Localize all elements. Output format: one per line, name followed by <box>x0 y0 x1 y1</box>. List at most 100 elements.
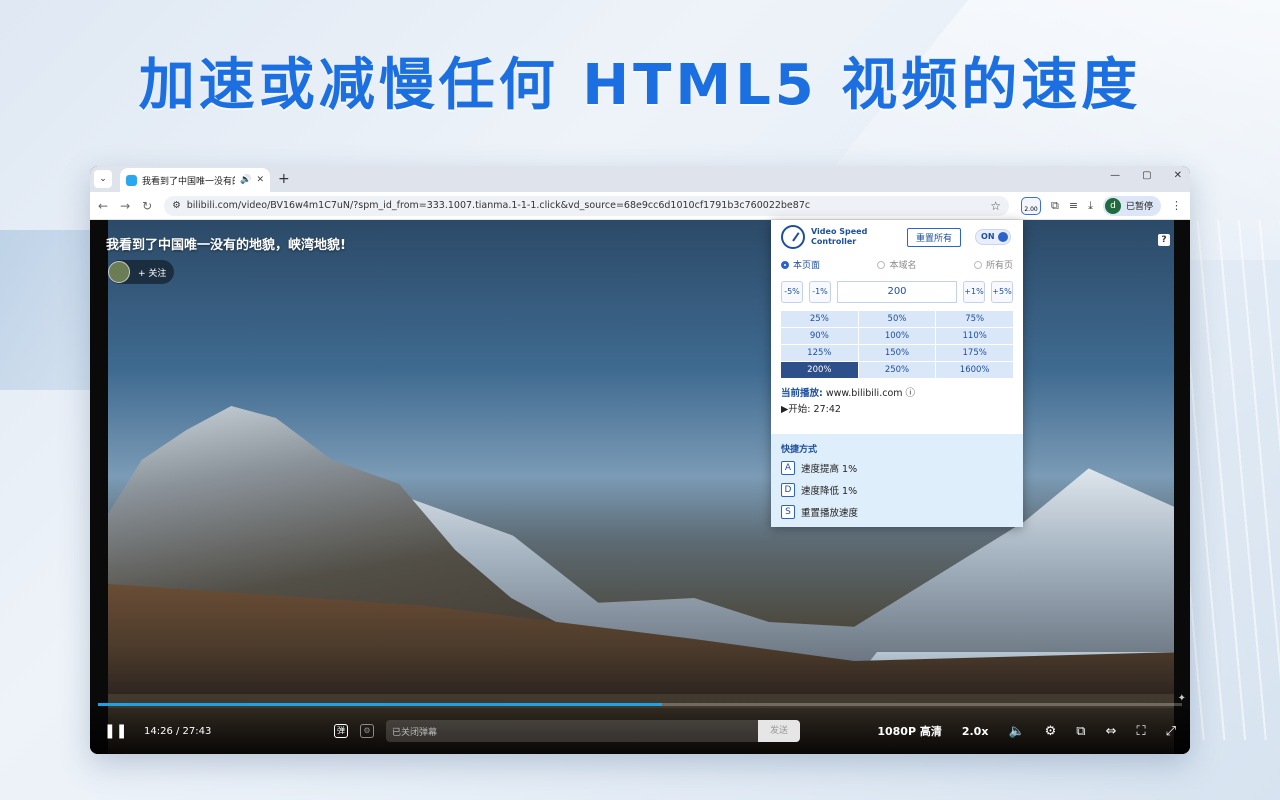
shortcut-key[interactable]: A <box>781 461 795 475</box>
now-playing-label: 当前播放: <box>781 388 823 399</box>
shortcut-desc: 速度降低 1% <box>801 486 858 497</box>
site-info-icon[interactable]: ⚙ <box>172 200 181 211</box>
quality-button[interactable]: 1080P 高清 <box>877 723 942 739</box>
close-window-icon[interactable]: ✕ <box>1174 170 1182 181</box>
vsc-header: Video Speed Controller 重置所有 ON <box>771 220 1023 254</box>
back-icon[interactable]: ← <box>98 199 108 213</box>
danmaku-input[interactable]: 已关闭弹幕 发送 <box>386 720 800 742</box>
menu-kebab-icon[interactable]: ⋮ <box>1171 199 1182 212</box>
speaker-icon[interactable]: 🔊 <box>240 175 251 185</box>
speed-preset-button[interactable]: 50% <box>858 311 936 327</box>
maximize-icon[interactable]: ▢ <box>1142 170 1151 181</box>
video-title: 我看到了中国唯一没有的地貌，峡湾地貌! <box>106 238 346 253</box>
new-tab-button[interactable]: + <box>278 171 290 187</box>
shortcuts-label: 快捷方式 <box>781 445 818 455</box>
speed-button[interactable]: 2.0x <box>962 725 989 738</box>
player-controls: ❚❚ 14:26 / 27:43 弹 ⚙ 已关闭弹幕 发送 1080P 高清 2… <box>90 708 1190 754</box>
fullscreen-icon[interactable]: ⤢ <box>1166 724 1176 739</box>
radio-icon <box>973 261 982 269</box>
send-button[interactable]: 发送 <box>758 720 800 742</box>
tab-search-chevron-icon[interactable]: ⌄ <box>94 170 112 188</box>
follow-label: + 关注 <box>138 268 167 279</box>
speed-preset-button[interactable]: 250% <box>858 362 936 378</box>
extension-badge: 2.00 <box>1024 205 1038 213</box>
progress-bar[interactable] <box>98 703 1182 706</box>
speed-preset-button[interactable]: 175% <box>936 345 1013 361</box>
speed-preset-button[interactable]: 150% <box>858 345 936 361</box>
address-bar-row: ← → ↻ ⚙ bilibili.com/video/BV16w4m1C7uN/… <box>90 192 1190 220</box>
speed-preset-button[interactable]: 90% <box>781 328 858 344</box>
progress-fill <box>98 703 662 706</box>
scope-this-page[interactable]: 本页面 <box>781 258 820 271</box>
pin-icon[interactable]: ✦ <box>1178 693 1186 704</box>
speed-preset-button[interactable]: 100% <box>858 328 936 344</box>
start-label: ▶开始: <box>781 404 811 415</box>
scope-this-domain[interactable]: 本域名 <box>877 258 917 271</box>
minus-1-button[interactable]: -1% <box>809 281 831 303</box>
speed-adjust-row: -5% -1% 200 +1% +5% <box>771 271 1023 303</box>
close-tab-icon[interactable]: ✕ <box>256 175 264 185</box>
forward-icon[interactable]: → <box>120 199 130 213</box>
speed-preset-button[interactable]: 25% <box>781 311 858 327</box>
headline: 加速或减慢任何 HTML5 视频的速度 <box>138 53 1142 118</box>
radio-selected-icon <box>781 261 789 269</box>
speed-preset-button[interactable]: 1600% <box>936 362 1013 378</box>
settings-gear-icon[interactable]: ⚙ <box>1045 724 1057 739</box>
speed-preset-button[interactable]: 110% <box>936 328 1013 344</box>
help-icon[interactable]: ? <box>1158 234 1170 246</box>
preset-grid: 25% 50% 75% 90% 100% 110% 125% 150% 175% 200% 250%… <box>781 311 1013 378</box>
pip-icon[interactable]: ⧉ <box>1076 724 1085 739</box>
video-player[interactable]: 我看到了中国唯一没有的地貌，峡湾地貌! + 关注 ? ✦ ❚❚ 14:26 / … <box>90 220 1190 754</box>
omnibox[interactable]: ⚙ bilibili.com/video/BV16w4m1C7uN/?spm_i… <box>164 195 1010 216</box>
shortcut-row: D 速度降低 1% <box>781 479 1013 501</box>
volume-icon[interactable]: 🔈 <box>1008 724 1024 739</box>
minimize-icon[interactable]: — <box>1110 170 1120 181</box>
vsc-popup: Video Speed Controller 重置所有 ON 本页面 本域名 所… <box>771 220 1023 527</box>
speed-input[interactable]: 200 <box>837 281 957 303</box>
shortcut-key[interactable]: D <box>781 483 795 497</box>
minus-5-button[interactable]: -5% <box>781 281 803 303</box>
reading-list-icon[interactable]: ≡ <box>1069 199 1078 212</box>
follow-button[interactable]: + 关注 <box>108 260 175 284</box>
shortcut-row: A 速度提高 1% <box>781 457 1013 479</box>
bookmark-star-icon[interactable]: ☆ <box>990 199 1001 213</box>
letterbox-right <box>1174 220 1190 754</box>
tab-active[interactable]: 我看到了中国唯一没有的地 🔊 ✕ <box>120 168 270 192</box>
now-playing: 当前播放: www.bilibili.com ⓘ ▶开始: 27:42 <box>771 378 1023 418</box>
widescreen-icon[interactable]: ⇔ <box>1106 724 1117 739</box>
danmaku-toggle-icon[interactable]: 弹 <box>334 724 348 738</box>
reset-all-button[interactable]: 重置所有 <box>907 227 962 247</box>
plus-1-button[interactable]: +1% <box>963 281 985 303</box>
reload-icon[interactable]: ↻ <box>142 199 152 213</box>
speed-preset-button[interactable]: 125% <box>781 345 858 361</box>
plus-5-button[interactable]: +5% <box>991 281 1013 303</box>
danmaku-settings-icon[interactable]: ⚙ <box>360 724 374 738</box>
shortcut-key[interactable]: S <box>781 505 795 519</box>
on-off-toggle[interactable]: ON <box>975 229 1012 245</box>
avatar: d <box>1104 197 1121 214</box>
info-icon[interactable]: ⓘ <box>906 388 916 399</box>
bilibili-favicon-icon <box>126 174 137 186</box>
extensions-puzzle-icon[interactable]: ⧉ <box>1051 199 1059 213</box>
start-time: 27:42 <box>813 404 841 415</box>
scope-all-pages[interactable]: 所有页 <box>973 258 1013 271</box>
now-playing-site: www.bilibili.com <box>825 388 903 399</box>
scope-label: 所有页 <box>985 261 1013 271</box>
extension-area: 2.00 ⧉ ≡ ⤓ d 已暂停 ⋮ <box>1021 195 1182 216</box>
letterbox-left <box>90 220 108 754</box>
download-icon[interactable]: ⤓ <box>1088 199 1093 213</box>
speed-preset-button[interactable]: 200% <box>781 362 858 378</box>
browser-window: ⌄ 我看到了中国唯一没有的地 🔊 ✕ + — ▢ ✕ ← → ↻ ⚙ bilib… <box>90 166 1190 754</box>
pause-icon[interactable]: ❚❚ <box>104 723 130 739</box>
url-text[interactable]: bilibili.com/video/BV16w4m1C7uN/?spm_id_… <box>187 200 985 211</box>
uploader-avatar[interactable] <box>108 261 130 283</box>
shortcut-row: S 重置播放速度 <box>781 501 1013 523</box>
window-controls: — ▢ ✕ <box>1110 170 1182 181</box>
speed-preset-button[interactable]: 75% <box>936 311 1013 327</box>
shortcuts-panel: 快捷方式 A 速度提高 1% D 速度降低 1% S 重置播放速度 <box>771 434 1023 527</box>
time-display: 14:26 / 27:43 <box>144 725 212 737</box>
profile-chip[interactable]: d 已暂停 <box>1102 195 1161 216</box>
video-speed-extension-icon[interactable]: 2.00 <box>1021 196 1042 215</box>
web-fullscreen-icon[interactable]: ⛶ <box>1136 724 1145 739</box>
tab-bar: ⌄ 我看到了中国唯一没有的地 🔊 ✕ + — ▢ ✕ <box>90 166 1190 192</box>
